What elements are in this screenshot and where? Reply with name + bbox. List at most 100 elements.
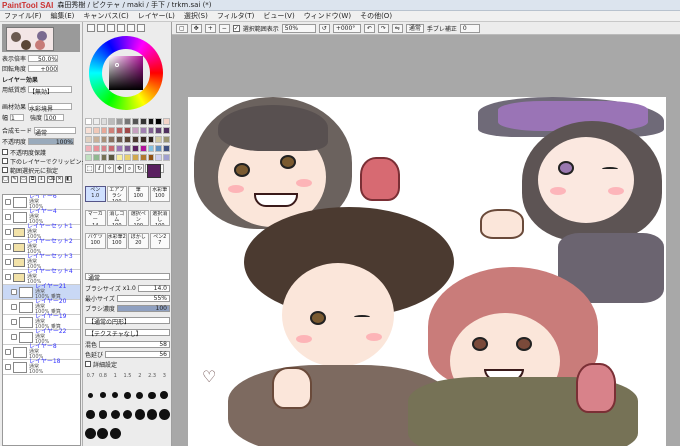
new-layer-icon[interactable]: ▢	[2, 176, 9, 183]
brush-watercolor[interactable]: 水彩筆 100	[149, 186, 170, 202]
brush-airbrush[interactable]: エアブラシ 100	[106, 186, 127, 202]
color-swatch[interactable]	[92, 127, 100, 134]
size-preset[interactable]	[134, 409, 145, 421]
menu-select[interactable]: 選択(S)	[184, 11, 208, 21]
color-swatch[interactable]	[108, 118, 116, 125]
brush-fude[interactable]: 筆 100	[128, 186, 149, 202]
size-preset[interactable]: 3	[159, 370, 170, 382]
zoom-reset-button[interactable]: ↺	[318, 23, 330, 33]
color-swatch[interactable]	[92, 118, 100, 125]
selection-source-checkbox[interactable]	[2, 167, 8, 173]
eye-icon[interactable]	[5, 349, 11, 355]
clear-layer-icon[interactable]: ⌫	[47, 176, 55, 183]
menu-edit[interactable]: 編集(E)	[51, 11, 75, 21]
color-swatch[interactable]	[147, 136, 155, 143]
rotate-left-button[interactable]: ↶	[363, 23, 375, 33]
stabilizer-select[interactable]: 0	[459, 23, 480, 33]
color-swatch[interactable]	[92, 145, 100, 152]
brush-size-multiplier[interactable]: x1.0	[123, 285, 136, 292]
color-swatch[interactable]	[124, 136, 131, 143]
color-swatch[interactable]	[131, 118, 139, 125]
apply-mask-icon[interactable]: ◧	[65, 176, 72, 183]
menu-filter[interactable]: フィルタ(T)	[217, 11, 255, 21]
color-swatch[interactable]	[85, 136, 92, 143]
color-swatch[interactable]	[163, 118, 170, 125]
color-swatch[interactable]	[124, 118, 131, 125]
min-size-slider[interactable]: 55%	[116, 294, 170, 302]
color-swatch[interactable]	[131, 127, 139, 134]
size-preset[interactable]: 2.3	[146, 370, 157, 382]
size-preset[interactable]	[146, 389, 157, 401]
density-slider[interactable]: 100	[116, 304, 170, 312]
texture-select[interactable]: 【無効】	[28, 85, 73, 96]
eye-icon[interactable]	[11, 334, 17, 340]
menu-other[interactable]: その他(O)	[360, 11, 392, 21]
size-preset[interactable]: 0.7	[85, 370, 96, 382]
size-preset[interactable]	[158, 409, 170, 421]
color-swatches[interactable]	[85, 118, 170, 162]
brush-marker[interactable]: マーカー 14	[85, 209, 106, 226]
brush-mode-select[interactable]: 通常	[85, 272, 170, 282]
color-swatch[interactable]	[147, 118, 155, 125]
eye-icon[interactable]	[11, 289, 17, 295]
new-linework-layer-icon[interactable]: ✎	[11, 176, 18, 183]
color-swatch[interactable]	[100, 154, 108, 161]
menu-layer[interactable]: レイヤー(L)	[138, 11, 175, 21]
option-clipping[interactable]: 下のレイヤーでクリッピング	[2, 157, 87, 166]
color-cursor[interactable]	[115, 63, 119, 67]
color-swatch[interactable]	[92, 154, 100, 161]
color-swatch[interactable]	[131, 136, 139, 143]
color-swatch[interactable]	[155, 136, 163, 143]
color-swatch[interactable]	[108, 145, 116, 152]
color-swatch[interactable]	[155, 145, 163, 152]
menu-canvas[interactable]: キャンバス(C)	[83, 11, 128, 21]
color-swatch[interactable]	[139, 154, 147, 161]
size-preset[interactable]	[122, 389, 133, 401]
navigator-thumbnail[interactable]	[6, 27, 54, 51]
color-swatch[interactable]	[155, 127, 163, 134]
size-preset[interactable]	[146, 409, 158, 421]
saturation-value-square[interactable]	[109, 56, 143, 90]
merge-down-icon[interactable]: ⇓	[38, 176, 45, 183]
angle-select[interactable]: +000°	[332, 23, 361, 33]
canvas-artwork[interactable]: ♡	[188, 97, 666, 446]
mode-select[interactable]: 通常	[405, 23, 424, 33]
brush-shape-select[interactable]: 【通常の円形】	[85, 316, 170, 326]
color-swatch[interactable]	[100, 145, 108, 152]
size-preset[interactable]	[97, 428, 109, 440]
layer-item[interactable]: レイヤー18 通常 100%	[3, 359, 80, 375]
color-swatch[interactable]	[124, 154, 131, 161]
color-swatch[interactable]	[116, 118, 124, 125]
color-swatch[interactable]	[139, 145, 147, 152]
color-swatch[interactable]	[116, 127, 124, 134]
brush-pen-2[interactable]: ペン2 7	[149, 233, 170, 250]
menu-view[interactable]: ビュー(V)	[263, 11, 294, 21]
color-swatch[interactable]	[85, 127, 92, 134]
layer-list[interactable]: レイヤー6 通常 100% レイヤー4 通常 100% レイヤーセット1 通常 100% レ…	[2, 194, 81, 446]
flip-button[interactable]: ⇋	[391, 23, 403, 33]
brush-watercolor-2[interactable]: 水彩筆2 100	[106, 233, 127, 250]
move-tool-icon[interactable]: ✥	[115, 164, 124, 173]
zoom-out-icon[interactable]: −	[218, 23, 230, 33]
eye-icon[interactable]	[11, 319, 17, 325]
color-swatch[interactable]	[100, 118, 108, 125]
size-preset[interactable]	[97, 389, 108, 401]
color-swatch[interactable]	[131, 145, 139, 152]
rgb-mode-icon[interactable]	[97, 24, 105, 32]
zoom-value[interactable]: 50.0%	[28, 54, 59, 63]
brush-blur[interactable]: ぼかし 20	[128, 233, 149, 250]
size-preset[interactable]: 0.8	[97, 370, 108, 382]
color-swatch[interactable]	[147, 127, 155, 134]
size-preset[interactable]: 1.5	[122, 370, 133, 382]
color-swatch[interactable]	[85, 145, 92, 152]
show-selection-checkbox[interactable]: ✓	[232, 24, 240, 32]
size-preset[interactable]: 2	[134, 370, 145, 382]
advanced-checkbox[interactable]	[85, 361, 91, 367]
lasso-icon[interactable]: ℓ	[95, 164, 104, 173]
scratchpad-mode-icon[interactable]	[137, 24, 145, 32]
wheel-mode-icon[interactable]	[87, 24, 95, 32]
brush-grid[interactable]: ペン 1.0 エアブラシ 100 筆 100 水彩筆 100 マーカー 14 消しゴム 10…	[85, 186, 170, 256]
brush-eraser[interactable]: 消しゴム 100	[106, 209, 127, 226]
brush-size-slider[interactable]: 14.0	[137, 284, 170, 292]
brush-pen[interactable]: ペン 1.0	[85, 186, 106, 202]
